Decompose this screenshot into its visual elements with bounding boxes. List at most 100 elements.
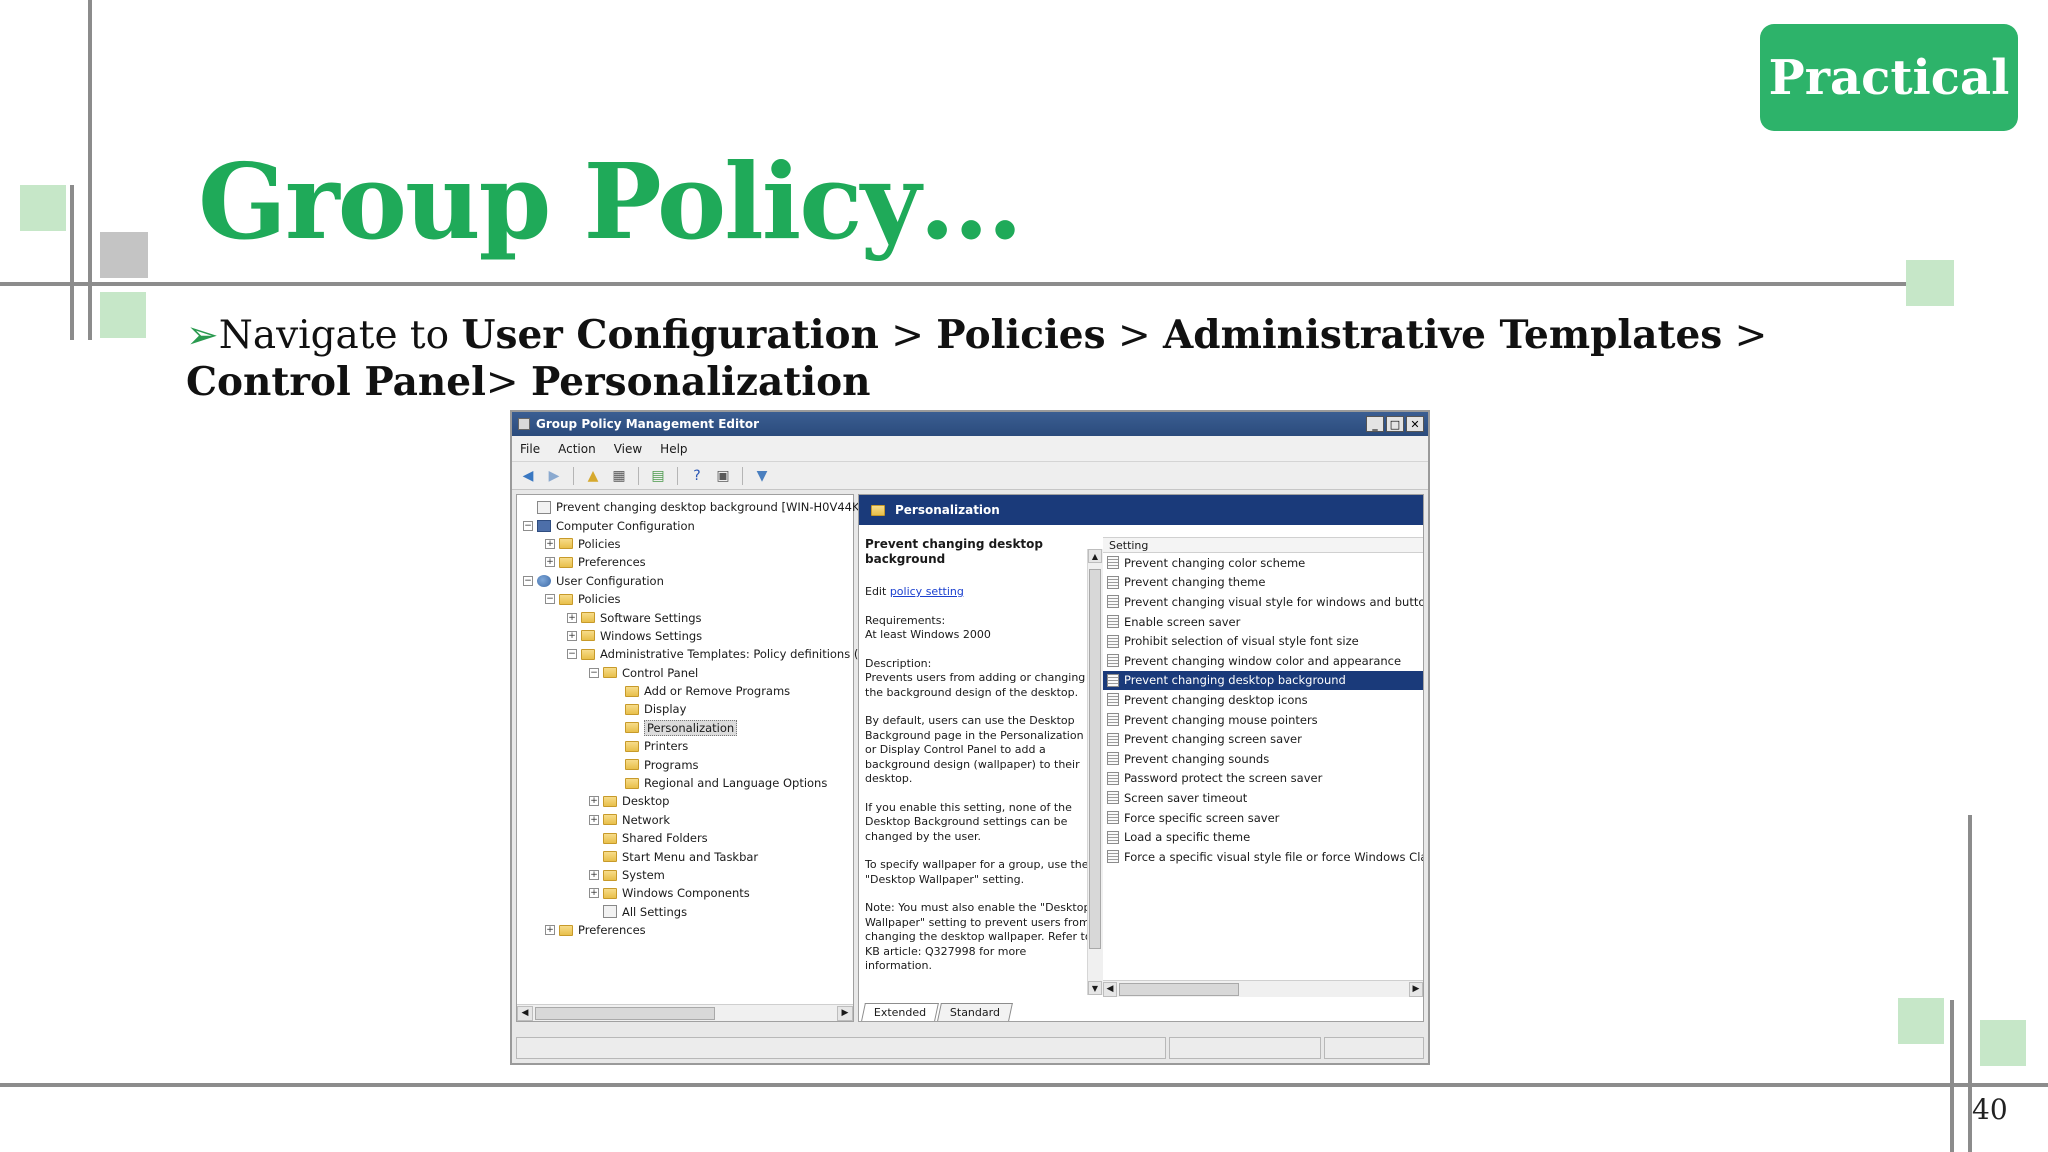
tree-node[interactable]: + Preferences xyxy=(519,553,851,571)
collapse-icon[interactable]: − xyxy=(523,575,533,586)
expand-icon[interactable]: + xyxy=(567,612,577,623)
setting-row[interactable]: Prevent changing window color and appear… xyxy=(1103,651,1423,671)
tree-node-label: Policies xyxy=(578,592,621,607)
setting-row[interactable]: Enable screen saver xyxy=(1103,612,1423,632)
tree-node[interactable]: − Computer Configuration xyxy=(519,516,851,534)
setting-row[interactable]: Force specific screen saver xyxy=(1103,808,1423,828)
collapse-icon[interactable]: − xyxy=(545,594,555,605)
setting-row[interactable]: Prevent changing color scheme xyxy=(1103,553,1423,573)
tree-node[interactable]: − Administrative Templates: Policy defini… xyxy=(519,645,858,663)
setting-row[interactable]: Force a specific visual style file or fo… xyxy=(1103,847,1423,867)
expand-icon[interactable]: + xyxy=(589,814,599,825)
collapse-icon[interactable]: − xyxy=(567,649,577,660)
menu-view[interactable]: View xyxy=(614,442,642,456)
scroll-left-icon[interactable]: ◀ xyxy=(517,1005,533,1021)
tree-node[interactable]: − User Configuration xyxy=(519,572,851,590)
expand-icon[interactable]: + xyxy=(589,796,599,807)
tree-node[interactable]: Add or Remove Programs xyxy=(519,682,851,700)
window-titlebar[interactable]: Group Policy Management Editor _ □ ✕ xyxy=(512,412,1428,436)
tree-node[interactable]: − Control Panel xyxy=(519,664,851,682)
setting-label: Prevent changing mouse pointers xyxy=(1124,712,1318,727)
scroll-right-icon[interactable]: ▶ xyxy=(1409,981,1423,997)
expand-icon[interactable]: + xyxy=(545,557,555,568)
tree-node[interactable]: + Preferences xyxy=(519,921,851,939)
expand-icon[interactable]: + xyxy=(589,888,599,899)
description-text: Prevents users from adding or changing t… xyxy=(865,671,1086,699)
expand-icon[interactable]: + xyxy=(567,630,577,641)
tree-node[interactable]: Start Menu and Taskbar xyxy=(519,847,851,865)
navigation-tree[interactable]: Prevent changing desktop background [WIN… xyxy=(516,494,878,1022)
tree-node[interactable]: + Windows Settings xyxy=(519,627,851,645)
tree-node-label: Windows Settings xyxy=(600,628,703,643)
setting-row[interactable]: Prevent changing screen saver xyxy=(1103,729,1423,749)
tree-node[interactable]: + Policies xyxy=(519,535,851,553)
tree-node[interactable]: + Desktop xyxy=(519,792,851,810)
menu-action[interactable]: Action xyxy=(558,442,596,456)
minimize-button[interactable]: _ xyxy=(1366,416,1384,432)
menu-help[interactable]: Help xyxy=(660,442,687,456)
setting-row[interactable]: Prevent changing desktop icons xyxy=(1103,690,1423,710)
scrollbar-thumb[interactable] xyxy=(535,1006,715,1020)
show-hide-tree-icon[interactable]: ▦ xyxy=(609,466,629,486)
edit-policy-setting-link[interactable]: policy setting xyxy=(890,585,964,598)
setting-row[interactable]: Prevent changing theme xyxy=(1103,573,1423,593)
setting-row[interactable]: Load a specific theme xyxy=(1103,827,1423,847)
setting-row[interactable]: Prevent changing mouse pointers xyxy=(1103,710,1423,730)
folder-icon xyxy=(559,556,573,568)
properties-icon[interactable]: ▣ xyxy=(713,466,733,486)
setting-row[interactable]: Prevent changing sounds xyxy=(1103,749,1423,769)
scrollbar-thumb[interactable] xyxy=(1089,569,1101,949)
tree-node[interactable]: + Software Settings xyxy=(519,608,851,626)
tree-node[interactable]: Shared Folders xyxy=(519,829,851,847)
tree-node[interactable]: All Settings xyxy=(519,903,851,921)
setting-icon xyxy=(1107,791,1119,805)
scrollbar-thumb[interactable] xyxy=(1119,982,1239,996)
deco-vertical-line-left xyxy=(88,0,92,340)
folder-icon xyxy=(625,722,639,734)
tree-horizontal-scrollbar[interactable]: ◀ ▶ xyxy=(517,1004,853,1021)
gpme-window: Group Policy Management Editor _ □ ✕ Fil… xyxy=(510,410,1430,1065)
setting-column-header[interactable]: Setting xyxy=(1103,537,1423,553)
setting-row[interactable]: Password protect the screen saver xyxy=(1103,769,1423,789)
expand-icon[interactable]: + xyxy=(589,870,599,880)
expand-icon[interactable]: + xyxy=(545,538,555,549)
setting-row[interactable]: Prevent changing visual style for window… xyxy=(1103,592,1423,612)
scroll-left-icon[interactable]: ◀ xyxy=(1103,981,1117,997)
tree-node[interactable]: − Policies xyxy=(519,590,851,608)
tab-standard[interactable]: Standard xyxy=(937,1003,1014,1021)
scroll-right-icon[interactable]: ▶ xyxy=(837,1005,853,1021)
close-button[interactable]: ✕ xyxy=(1406,416,1424,432)
export-list-icon[interactable]: ▤ xyxy=(648,466,668,486)
collapse-icon[interactable]: − xyxy=(523,520,533,531)
tree-node[interactable]: + Network xyxy=(519,811,851,829)
filter-icon[interactable]: ▼ xyxy=(752,466,772,486)
tree-node[interactable]: Prevent changing desktop background [WIN… xyxy=(519,498,878,516)
tree-node-label: Computer Configuration xyxy=(556,518,695,533)
tree-node[interactable]: Printers xyxy=(519,737,851,755)
forward-icon[interactable]: ▶ xyxy=(544,466,564,486)
tree-node[interactable]: Display xyxy=(519,700,851,718)
collapse-icon[interactable]: − xyxy=(589,667,599,678)
tree-node[interactable]: Regional and Language Options xyxy=(519,774,851,792)
setting-row[interactable]: Prohibit selection of visual style font … xyxy=(1103,631,1423,651)
scroll-up-icon[interactable]: ▲ xyxy=(1088,549,1102,563)
scroll-down-icon[interactable]: ▼ xyxy=(1088,981,1102,995)
tree-node[interactable]: + Windows Components xyxy=(519,884,851,902)
tab-extended[interactable]: Extended xyxy=(861,1003,940,1021)
help-icon[interactable]: ? xyxy=(687,466,707,486)
back-icon[interactable]: ◀ xyxy=(518,466,538,486)
tree-node[interactable]: + System xyxy=(519,866,851,884)
tree-node-label: Start Menu and Taskbar xyxy=(622,849,759,864)
settings-horizontal-scrollbar[interactable]: ◀ ▶ xyxy=(1103,980,1423,997)
description-vertical-scrollbar[interactable]: ▲ ▼ xyxy=(1087,549,1103,995)
tree-node[interactable]: Personalization xyxy=(519,719,851,737)
maximize-button[interactable]: □ xyxy=(1386,416,1404,432)
menu-file[interactable]: File xyxy=(520,442,540,456)
nav-administrative-templates: Administrative Templates xyxy=(1163,312,1723,358)
expand-icon[interactable]: + xyxy=(545,925,555,936)
tree-node[interactable]: Programs xyxy=(519,755,851,773)
up-folder-icon[interactable]: ▲ xyxy=(583,466,603,486)
tree-node-label: Preferences xyxy=(578,555,646,570)
setting-row[interactable]: Screen saver timeout xyxy=(1103,788,1423,808)
setting-row[interactable]: Prevent changing desktop background xyxy=(1103,670,1423,691)
